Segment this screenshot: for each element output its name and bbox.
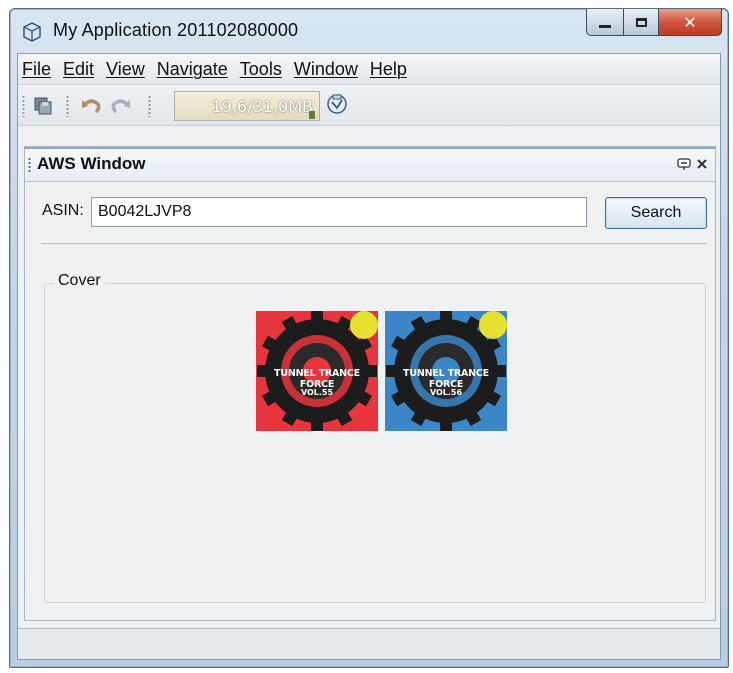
panel-title: AWS Window xyxy=(37,154,146,173)
close-icon: ✕ xyxy=(683,12,697,32)
separator xyxy=(41,243,707,244)
menu-tools[interactable]: Tools xyxy=(240,59,282,80)
cover-volume: VOL.55 xyxy=(300,388,334,397)
panel-header[interactable]: AWS Window xyxy=(25,147,715,182)
save-all-icon[interactable] xyxy=(32,95,54,117)
toolbar-separator xyxy=(66,95,69,117)
window-controls: ✕ xyxy=(586,9,722,39)
album-cover-vol55[interactable]: TUNNEL TRANCE FORCE VOL.55 xyxy=(256,311,378,431)
minimize-button[interactable] xyxy=(586,9,624,36)
panel-grip[interactable] xyxy=(28,157,31,173)
cover-volume: VOL.56 xyxy=(429,388,463,397)
client-area: File Edit View Navigate Tools Window Hel… xyxy=(17,53,721,660)
memory-bar-fill xyxy=(309,111,315,119)
search-button[interactable]: Search xyxy=(605,197,707,229)
minimize-panel-icon[interactable] xyxy=(677,157,691,171)
redo-icon[interactable] xyxy=(110,95,132,117)
menu-view[interactable]: View xyxy=(106,59,145,80)
close-panel-icon[interactable] xyxy=(695,157,709,171)
minimize-icon xyxy=(599,24,611,28)
toolbar-grip[interactable] xyxy=(22,95,25,117)
garbage-collect-icon[interactable] xyxy=(326,93,348,115)
asin-input[interactable] xyxy=(91,197,587,227)
window-title: My Application 201102080000 xyxy=(53,20,299,40)
title-bar[interactable]: My Application 201102080000 ✕ xyxy=(10,9,728,53)
toolbar: 19,6/31,0MB xyxy=(18,85,720,126)
status-bar xyxy=(18,628,720,659)
menu-help[interactable]: Help xyxy=(370,59,407,80)
menu-window[interactable]: Window xyxy=(294,59,358,80)
maximize-icon xyxy=(635,17,647,27)
app-cube-icon xyxy=(22,22,42,42)
cover-label: Cover xyxy=(54,272,105,290)
cover-title: TUNNEL TRANCE FORCE xyxy=(274,368,360,390)
maximize-button[interactable] xyxy=(624,9,659,36)
menu-file[interactable]: File xyxy=(22,59,51,80)
toolbar-separator xyxy=(148,95,151,117)
menu-edit[interactable]: Edit xyxy=(63,59,94,80)
menu-navigate[interactable]: Navigate xyxy=(157,59,228,80)
cover-group: Cover TUNNEL TRANCE FORCE VOL.55 TUNNEL … xyxy=(44,272,706,603)
undo-icon[interactable] xyxy=(80,95,102,117)
asin-label: ASIN: xyxy=(42,202,84,219)
aws-window-panel: AWS Window ASIN: Search xyxy=(24,146,716,621)
close-button[interactable]: ✕ xyxy=(659,9,722,36)
memory-indicator[interactable]: 19,6/31,0MB xyxy=(174,91,320,121)
album-cover-vol56[interactable]: TUNNEL TRANCE FORCE VOL.56 xyxy=(385,311,507,431)
application-window: My Application 201102080000 ✕ File Edit … xyxy=(9,8,729,668)
cover-title: TUNNEL TRANCE FORCE xyxy=(403,368,489,390)
memory-text: 19,6/31,0MB xyxy=(211,96,313,116)
menu-bar: File Edit View Navigate Tools Window Hel… xyxy=(18,54,720,85)
